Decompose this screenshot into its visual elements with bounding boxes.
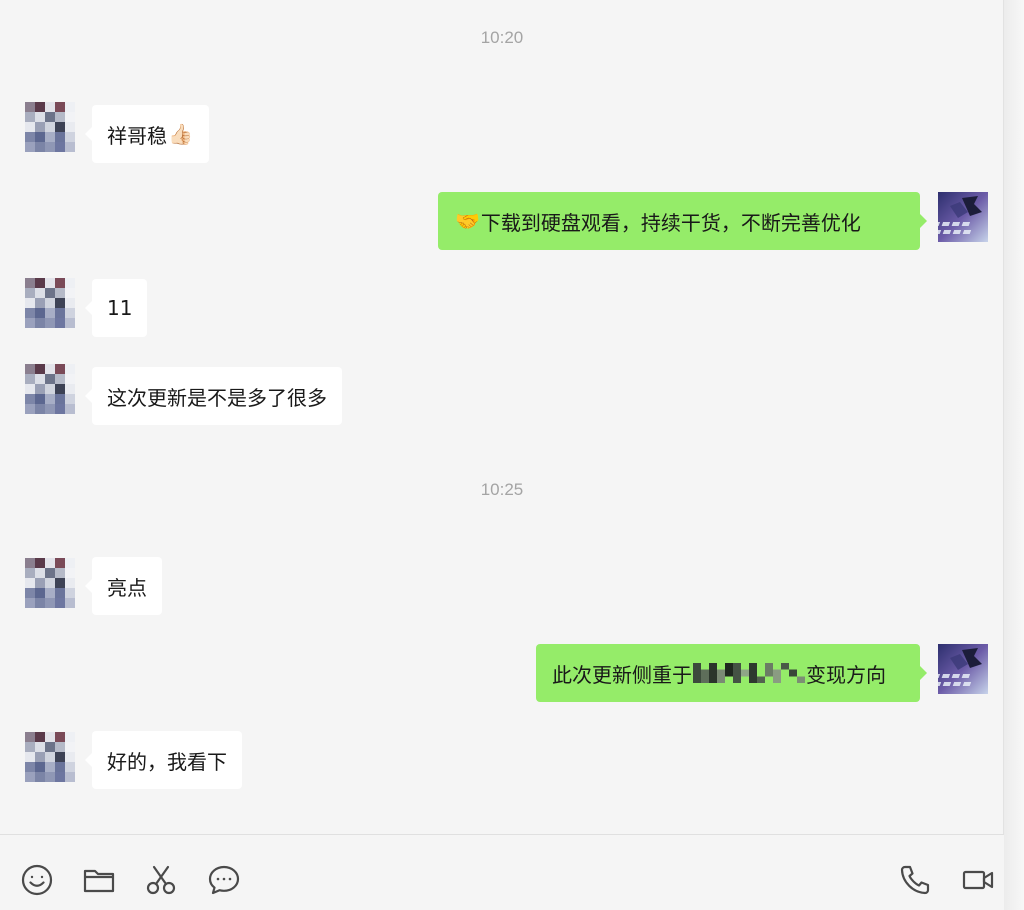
message-text: 此次更新侧重于 bbox=[552, 662, 692, 687]
sent-message-bubble[interactable]: 🤝 下载到硬盘观看，持续干货，不断完善优化 bbox=[438, 192, 927, 250]
my-avatar[interactable] bbox=[938, 644, 988, 694]
chat-history-icon[interactable] bbox=[207, 863, 241, 897]
message-text: 11 bbox=[107, 296, 133, 320]
thumbs-up-icon: 👍🏻 bbox=[168, 122, 193, 146]
sent-message-bubble[interactable]: 此次更新侧重于 变现方向 bbox=[536, 644, 927, 702]
contact-avatar[interactable] bbox=[25, 278, 75, 328]
folder-icon[interactable] bbox=[82, 863, 116, 897]
contact-avatar[interactable] bbox=[25, 558, 75, 608]
received-message-bubble[interactable]: 这次更新是不是多了很多 bbox=[85, 367, 342, 425]
received-message-bubble[interactable]: 亮点 bbox=[85, 557, 162, 615]
my-avatar[interactable] bbox=[938, 192, 988, 242]
timestamp: 10:25 bbox=[480, 480, 524, 499]
received-message-bubble[interactable]: 好的，我看下 bbox=[85, 731, 242, 789]
received-message-bubble[interactable]: 11 bbox=[84, 279, 148, 337]
window-edge bbox=[1003, 0, 1024, 910]
message-text: 下载到硬盘观看，持续干货，不断完善优化 bbox=[480, 210, 861, 235]
video-call-icon[interactable] bbox=[961, 863, 995, 897]
input-toolbar bbox=[0, 834, 1004, 910]
contact-avatar[interactable] bbox=[25, 364, 75, 414]
received-message-bubble[interactable]: 祥哥稳 👍🏻 bbox=[85, 105, 209, 163]
chat-area[interactable]: 10:20 祥哥稳 👍🏻 🤝 下载到硬盘观看，持续干货，不断完善优化 11 这次… bbox=[0, 0, 1004, 834]
phone-icon[interactable] bbox=[898, 863, 932, 897]
message-text: 变现方向 bbox=[806, 662, 886, 687]
message-text: 好的，我看下 bbox=[107, 749, 227, 774]
emoji-icon[interactable] bbox=[20, 863, 54, 897]
timestamp: 10:20 bbox=[480, 28, 524, 47]
redacted-text bbox=[693, 663, 805, 683]
message-text: 祥哥稳 bbox=[107, 123, 167, 148]
scissors-icon[interactable] bbox=[144, 863, 178, 897]
handshake-icon: 🤝 bbox=[455, 209, 480, 233]
message-text: 这次更新是不是多了很多 bbox=[107, 385, 327, 410]
contact-avatar[interactable] bbox=[25, 102, 75, 152]
contact-avatar[interactable] bbox=[25, 732, 75, 782]
message-text: 亮点 bbox=[107, 575, 147, 600]
